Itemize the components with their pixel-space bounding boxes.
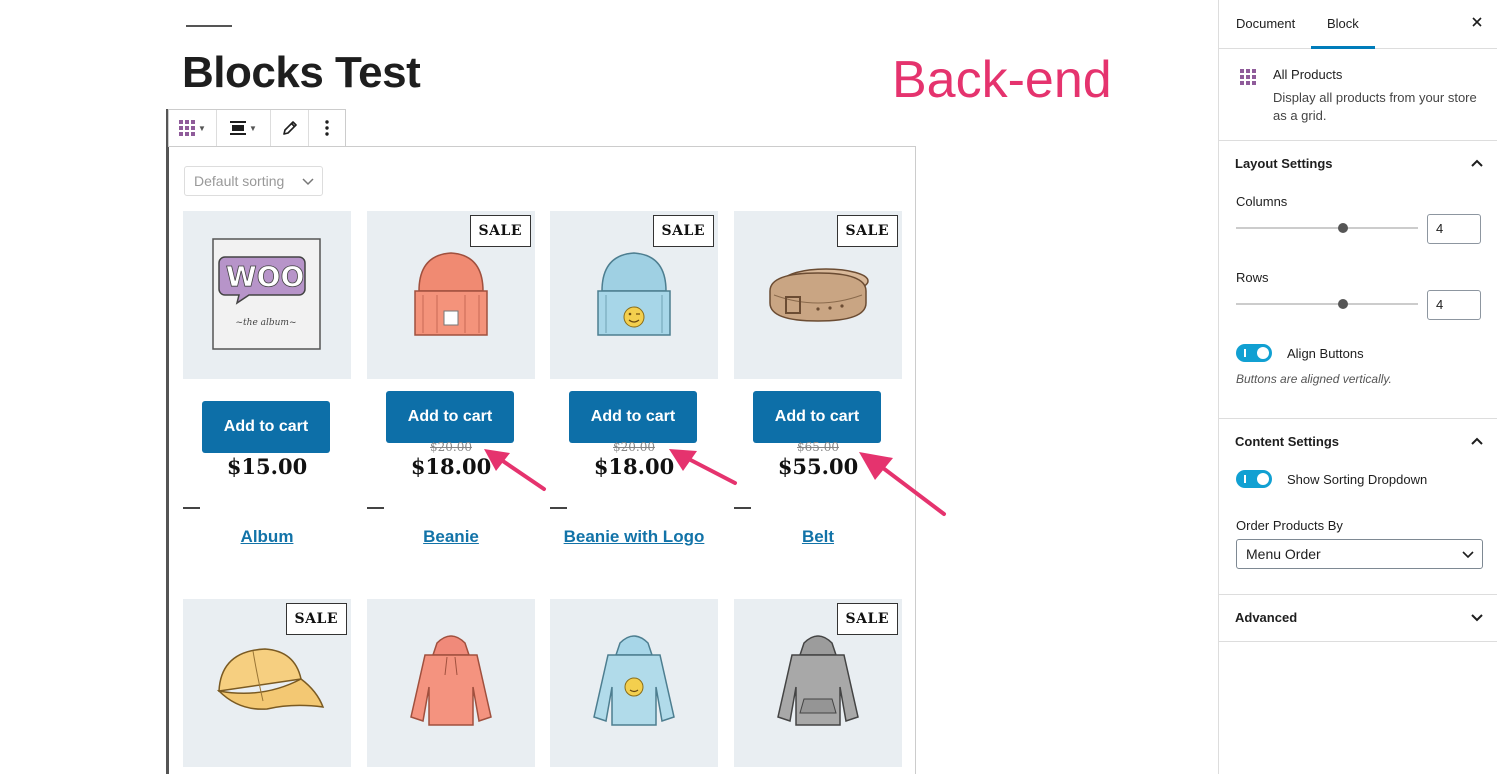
product-price: $15.00 xyxy=(226,454,308,479)
advanced-toggle[interactable]: Advanced xyxy=(1219,595,1497,641)
svg-text:WOO: WOO xyxy=(226,260,305,293)
product-image[interactable] xyxy=(367,599,535,767)
order-by-label: Order Products By xyxy=(1236,518,1343,533)
align-buttons-help: Buttons are aligned vertically. xyxy=(1236,372,1392,386)
caret-down-icon: ▼ xyxy=(249,123,257,133)
align-buttons-toggle[interactable] xyxy=(1236,344,1272,362)
layout-settings-toggle[interactable]: Layout Settings xyxy=(1219,141,1497,187)
block-title: All Products xyxy=(1273,67,1343,82)
sale-badge: SALE xyxy=(652,215,714,247)
grid-icon xyxy=(179,120,196,136)
annotation-arrow-icon xyxy=(669,449,737,485)
sale-badge: SALE xyxy=(285,603,347,635)
sale-badge: SALE xyxy=(469,215,531,247)
align-buttons-label: Align Buttons xyxy=(1287,346,1364,361)
columns-slider-handle[interactable] xyxy=(1338,223,1348,233)
separator xyxy=(550,507,567,509)
more-vertical-icon xyxy=(325,120,329,136)
show-sorting-toggle[interactable] xyxy=(1236,470,1272,488)
grid-icon xyxy=(1240,69,1256,85)
product-image[interactable]: SALE xyxy=(550,211,718,379)
hoodie-image xyxy=(410,635,492,726)
add-to-cart-button[interactable]: Add to cart xyxy=(386,391,514,443)
columns-input[interactable]: 4 xyxy=(1427,214,1481,244)
block-description: Display all products from your store as … xyxy=(1273,90,1477,123)
product-image[interactable]: SALE xyxy=(734,211,902,379)
chevron-up-icon xyxy=(1471,159,1483,167)
page-title[interactable]: Blocks Test xyxy=(182,48,421,98)
sorting-dropdown[interactable]: Default sorting xyxy=(184,166,323,196)
block-toolbar: ▼ ▼ xyxy=(168,109,346,147)
caret-down-icon: ▼ xyxy=(198,123,206,133)
sale-badge: SALE xyxy=(836,603,898,635)
sorting-dropdown-value: Default sorting xyxy=(194,173,285,189)
close-icon[interactable] xyxy=(1470,15,1484,29)
align-center-icon xyxy=(230,121,247,135)
annotation-label: Back-end xyxy=(892,51,1112,109)
product-title-link[interactable]: Belt xyxy=(734,527,902,547)
columns-slider[interactable] xyxy=(1236,227,1418,229)
align-button[interactable]: ▼ xyxy=(217,110,271,146)
chevron-down-icon xyxy=(1462,551,1474,559)
annotation-arrow-icon xyxy=(484,449,546,491)
show-sorting-label: Show Sorting Dropdown xyxy=(1287,472,1428,487)
content-settings-toggle[interactable]: Content Settings xyxy=(1219,419,1497,465)
product-title-link[interactable]: Beanie with Logo xyxy=(550,527,718,547)
rows-label: Rows xyxy=(1236,270,1269,285)
product-image[interactable]: WOO ~the album~ xyxy=(183,211,351,379)
annotation-arrow-icon xyxy=(859,452,946,516)
separator xyxy=(734,507,751,509)
hoodie-with-logo-image xyxy=(593,635,675,726)
product-title-link[interactable]: Album xyxy=(183,527,351,547)
block-type-button[interactable]: ▼ xyxy=(169,110,217,146)
sale-badge: SALE xyxy=(836,215,898,247)
order-by-select[interactable]: Menu Order xyxy=(1236,539,1483,569)
sidebar-tabs: Document Block xyxy=(1219,0,1497,49)
separator xyxy=(183,507,200,509)
product-image[interactable]: SALE xyxy=(367,211,535,379)
tab-document[interactable]: Document xyxy=(1236,0,1295,49)
rows-slider[interactable] xyxy=(1236,303,1418,305)
rows-input[interactable]: 4 xyxy=(1427,290,1481,320)
chevron-down-icon xyxy=(1471,614,1483,622)
rows-slider-handle[interactable] xyxy=(1338,299,1348,309)
chevron-down-icon xyxy=(302,178,314,186)
columns-label: Columns xyxy=(1236,194,1288,209)
product-image[interactable]: SALE xyxy=(183,599,351,767)
album-image: WOO ~the album~ xyxy=(212,238,321,350)
product-image[interactable]: SALE xyxy=(734,599,902,767)
chevron-up-icon xyxy=(1471,437,1483,445)
separator xyxy=(367,507,384,509)
product-title-link[interactable]: Beanie xyxy=(367,527,535,547)
add-to-cart-button[interactable]: Add to cart xyxy=(569,391,697,443)
order-by-value: Menu Order xyxy=(1246,546,1321,562)
panel-title: Content Settings xyxy=(1235,434,1339,449)
edit-button[interactable] xyxy=(271,110,309,146)
panel-title: Layout Settings xyxy=(1235,156,1333,171)
add-to-cart-button[interactable]: Add to cart xyxy=(202,401,330,453)
panel-title: Advanced xyxy=(1235,610,1298,625)
divider xyxy=(1219,641,1497,642)
block-card: All Products Display all products from y… xyxy=(1219,49,1497,141)
add-to-cart-button[interactable]: Add to cart xyxy=(753,391,881,443)
svg-text:~the album~: ~the album~ xyxy=(235,318,296,328)
settings-sidebar: Document Block All Products Display all … xyxy=(1218,0,1497,774)
tab-block[interactable]: Block xyxy=(1311,0,1375,49)
title-separator xyxy=(186,25,232,27)
more-options-button[interactable] xyxy=(309,110,345,146)
product-image[interactable] xyxy=(550,599,718,767)
pencil-icon xyxy=(282,121,297,135)
